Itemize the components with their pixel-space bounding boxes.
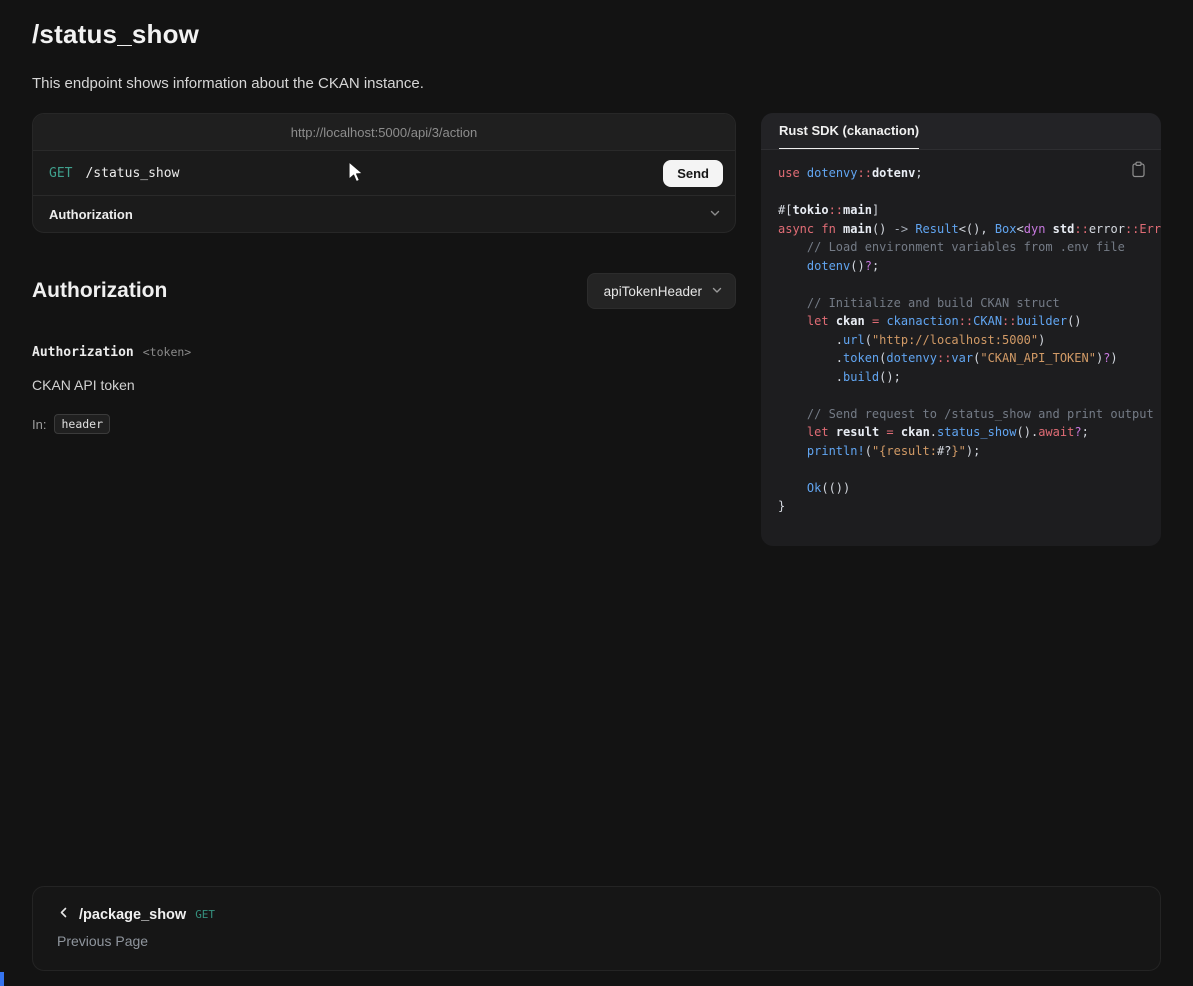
- auth-param-description: CKAN API token: [32, 377, 736, 393]
- previous-page-label: Previous Page: [57, 933, 1136, 949]
- authorization-accordion-label: Authorization: [49, 207, 133, 222]
- in-label: In:: [32, 417, 46, 432]
- request-card: http://localhost:5000/api/3/action GET /…: [32, 113, 736, 233]
- http-method-label: GET: [49, 166, 72, 181]
- previous-page-link[interactable]: /package_show GET Previous Page: [32, 886, 1161, 971]
- authorization-heading: Authorization: [32, 279, 167, 303]
- request-row: GET /status_show Send: [33, 151, 735, 195]
- in-value-badge: header: [54, 414, 110, 434]
- code-block[interactable]: use dotenvy::dotenv; #[tokio::main] asyn…: [761, 150, 1161, 546]
- clipboard-icon: [1131, 166, 1146, 181]
- auth-param-type: <token>: [143, 345, 191, 359]
- auth-param-name: Authorization: [32, 345, 134, 360]
- page: /status_show This endpoint shows informa…: [0, 0, 1193, 986]
- authorization-accordion[interactable]: Authorization: [33, 195, 735, 232]
- base-url-bar[interactable]: http://localhost:5000/api/3/action: [33, 114, 735, 151]
- previous-page-row: /package_show GET: [57, 906, 1136, 924]
- auth-scheme-value: apiTokenHeader: [604, 284, 702, 299]
- copy-button[interactable]: [1129, 159, 1148, 183]
- left-column: http://localhost:5000/api/3/action GET /…: [32, 113, 736, 434]
- auth-param: Authorization <token>: [32, 345, 736, 360]
- scroll-indicator: [0, 972, 4, 986]
- chevron-left-icon: [57, 906, 70, 924]
- auth-scheme-dropdown[interactable]: apiTokenHeader: [587, 273, 736, 309]
- chevron-down-icon: [711, 284, 723, 299]
- auth-param-location: In: header: [32, 414, 736, 434]
- previous-endpoint-title: /package_show: [79, 907, 186, 923]
- code-panel-header: Rust SDK (ckanaction): [761, 113, 1161, 150]
- authorization-section-header: Authorization apiTokenHeader: [32, 273, 736, 309]
- base-url-text: http://localhost:5000/api/3/action: [291, 125, 477, 140]
- chevron-down-icon: [709, 207, 721, 222]
- code-sample-panel: Rust SDK (ckanaction) use dotenvy::doten…: [761, 113, 1161, 546]
- endpoint-path: /status_show: [85, 166, 179, 181]
- endpoint-description: This endpoint shows information about th…: [32, 75, 1161, 92]
- page-title: /status_show: [32, 0, 1161, 50]
- tab-rust-sdk[interactable]: Rust SDK (ckanaction): [779, 113, 919, 149]
- previous-endpoint-method: GET: [195, 908, 215, 921]
- send-button[interactable]: Send: [663, 160, 723, 187]
- content-columns: http://localhost:5000/api/3/action GET /…: [32, 113, 1161, 546]
